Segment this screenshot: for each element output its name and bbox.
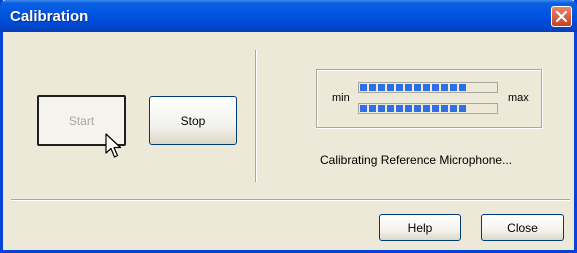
calibration-dialog: Calibration Start Stop min max Calibrati… bbox=[0, 0, 577, 253]
min-label: min bbox=[332, 92, 350, 104]
help-button[interactable]: Help bbox=[379, 214, 461, 241]
close-button-label: Close bbox=[507, 220, 538, 235]
title-bar[interactable]: Calibration bbox=[0, 0, 577, 32]
mouse-pointer-icon bbox=[105, 133, 122, 158]
close-icon bbox=[556, 11, 567, 22]
vertical-divider bbox=[255, 50, 257, 182]
level-meter-bar-2 bbox=[358, 103, 498, 114]
window-close-button[interactable] bbox=[551, 6, 572, 27]
close-button[interactable]: Close bbox=[481, 214, 564, 241]
horizontal-divider bbox=[11, 199, 570, 201]
level-meter-fill-1 bbox=[360, 84, 466, 91]
stop-button[interactable]: Stop bbox=[149, 96, 237, 145]
status-text: Calibrating Reference Microphone... bbox=[320, 153, 513, 167]
max-label: max bbox=[508, 92, 529, 104]
stop-button-label: Stop bbox=[180, 113, 206, 128]
level-meter-bar-1 bbox=[358, 82, 498, 93]
level-meter-fill-2 bbox=[360, 105, 466, 112]
help-button-label: Help bbox=[407, 220, 433, 235]
window-title: Calibration bbox=[10, 8, 89, 25]
start-button-label: Start bbox=[68, 113, 95, 128]
